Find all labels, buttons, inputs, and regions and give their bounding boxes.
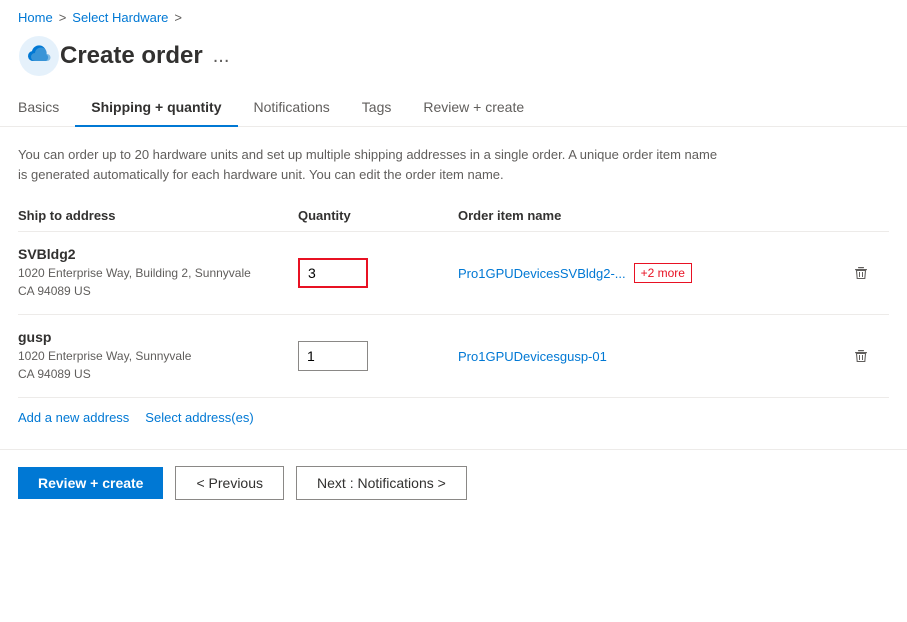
- order-item-cell-1: Pro1GPUDevicesSVBldg2-... +2 more: [458, 263, 849, 283]
- tab-review-create[interactable]: Review + create: [407, 89, 540, 127]
- breadcrumb-home[interactable]: Home: [18, 10, 53, 25]
- bottom-bar: Review + create < Previous Next : Notifi…: [0, 449, 907, 516]
- address-line1-1: 1020 Enterprise Way, Building 2, Sunnyva…: [18, 264, 298, 282]
- address-name-1: SVBldg2: [18, 246, 298, 262]
- delete-button-2[interactable]: [849, 344, 873, 368]
- address-cell-1: SVBldg2 1020 Enterprise Way, Building 2,…: [18, 246, 298, 300]
- select-addresses-link[interactable]: Select address(es): [145, 410, 253, 425]
- delete-cell-1[interactable]: [849, 261, 889, 285]
- delete-cell-2[interactable]: [849, 344, 889, 368]
- more-options-icon[interactable]: ...: [213, 45, 230, 68]
- add-new-address-link[interactable]: Add a new address: [18, 410, 129, 425]
- address-line1-2: 1020 Enterprise Way, Sunnyvale: [18, 347, 298, 365]
- tab-tags[interactable]: Tags: [346, 89, 408, 127]
- table-row: SVBldg2 1020 Enterprise Way, Building 2,…: [18, 232, 889, 315]
- quantity-input-2[interactable]: [298, 341, 368, 371]
- main-content: You can order up to 20 hardware units an…: [0, 127, 907, 425]
- tabs-bar: Basics Shipping + quantity Notifications…: [0, 89, 907, 127]
- cloud-icon: [18, 35, 60, 77]
- next-notifications-button[interactable]: Next : Notifications >: [296, 466, 467, 500]
- more-badge-1[interactable]: +2 more: [634, 263, 692, 283]
- previous-button[interactable]: < Previous: [175, 466, 284, 500]
- address-cell-2: gusp 1020 Enterprise Way, Sunnyvale CA 9…: [18, 329, 298, 383]
- address-line2-1: CA 94089 US: [18, 282, 298, 300]
- quantity-cell-1[interactable]: [298, 258, 458, 288]
- order-item-link-2[interactable]: Pro1GPUDevicesgusp-01: [458, 349, 607, 364]
- quantity-input-1[interactable]: [298, 258, 368, 288]
- tab-shipping[interactable]: Shipping + quantity: [75, 89, 237, 127]
- page-title: Create order: [60, 42, 203, 70]
- breadcrumb-sep1: >: [59, 10, 67, 25]
- col-quantity: Quantity: [298, 208, 458, 223]
- tab-basics[interactable]: Basics: [18, 89, 75, 127]
- delete-button-1[interactable]: [849, 261, 873, 285]
- review-create-button[interactable]: Review + create: [18, 467, 163, 499]
- address-line2-2: CA 94089 US: [18, 365, 298, 383]
- breadcrumb: Home > Select Hardware >: [0, 0, 907, 31]
- description-text: You can order up to 20 hardware units an…: [18, 145, 718, 184]
- table-header: Ship to address Quantity Order item name: [18, 208, 889, 232]
- order-item-link-1[interactable]: Pro1GPUDevicesSVBldg2-...: [458, 266, 626, 281]
- breadcrumb-select-hardware[interactable]: Select Hardware: [72, 10, 168, 25]
- footer-links: Add a new address Select address(es): [18, 398, 889, 425]
- trash-icon-2: [853, 348, 869, 364]
- col-ship-to: Ship to address: [18, 208, 298, 223]
- quantity-cell-2[interactable]: [298, 341, 458, 371]
- col-order-item-name: Order item name: [458, 208, 849, 223]
- order-item-cell-2: Pro1GPUDevicesgusp-01: [458, 349, 849, 364]
- breadcrumb-sep2: >: [174, 10, 182, 25]
- trash-icon-1: [853, 265, 869, 281]
- table-row: gusp 1020 Enterprise Way, Sunnyvale CA 9…: [18, 315, 889, 398]
- page-header: Create order ...: [0, 31, 907, 89]
- address-name-2: gusp: [18, 329, 298, 345]
- tab-notifications[interactable]: Notifications: [238, 89, 346, 127]
